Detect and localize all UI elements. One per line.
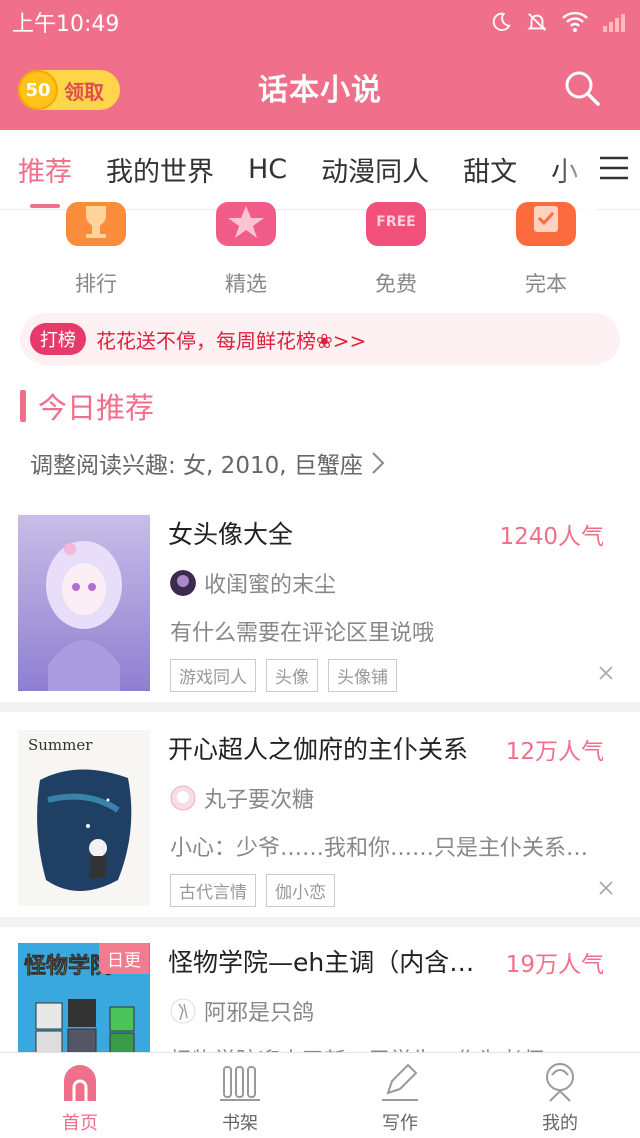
book-tag[interactable]: 头像 [266,659,318,692]
tab-hc[interactable]: HC [248,130,287,210]
wifi-icon [562,11,588,32]
book-cover-image: Summer [18,730,150,906]
book-tag[interactable]: 古代言情 [170,874,256,907]
book-title[interactable]: 女头像大全 [168,515,293,551]
book-popularity: 19万人气 [505,952,604,978]
reading-preference-link[interactable]: 调整阅读兴趣: 女, 2010, 巨蟹座 [30,446,385,480]
book-description: 小心：少爷……我和你……只是主仆关系… [170,836,589,861]
cover-text: Summer [28,736,93,754]
quick-featured[interactable]: 精选 [171,202,321,300]
nav-home-label: 首页 [62,1113,98,1134]
dismiss-icon[interactable] [598,880,614,896]
status-bar: 上午10:49 [0,0,640,44]
tab-minecraft[interactable]: 我的世界 [106,130,214,210]
claim-label: 领取 [64,79,104,104]
author-avatar [170,998,196,1024]
book-item[interactable]: Summer 开心超人之伽府的主仆关系 12万人气 丸子要次糖 小心：少爷……我… [0,730,640,927]
do-not-disturb-moon-icon [492,12,511,31]
daily-update-badge: 日更 [99,943,149,974]
book-cover-image [18,515,150,691]
book-tag[interactable]: 头像铺 [328,659,397,692]
tab-sweet[interactable]: 甜文 [463,130,517,210]
nav-profile[interactable]: 我的 [480,1053,640,1138]
section-title: 今日推荐 [20,386,154,426]
menu-icon[interactable] [596,150,630,186]
quick-featured-label: 精选 [225,272,267,296]
nav-home[interactable]: 首页 [0,1053,160,1138]
search-icon[interactable] [562,68,602,108]
coin-icon: 50 [18,70,58,110]
book-tag[interactable]: 伽小恋 [266,874,335,907]
app-title: 话本小说 [258,73,382,108]
app-root: 上午10:49 50 领取 话本小说 推荐 我的世界 HC 动漫同人 甜文 排行… [0,0,640,1138]
quick-ranking-label: 排行 [75,272,117,296]
banner-badge: 打榜 [30,323,86,355]
author-avatar [170,785,196,811]
checklist-icon [516,202,576,246]
book-item[interactable]: 女头像大全 1240人气 收闺蜜的末尘 有什么需要在评论区里说哦 游戏同人 头像… [0,515,640,712]
banner-text: 花花送不停，每周鲜花榜❀>> [96,328,367,353]
quick-completed-label: 完本 [525,272,567,296]
bottom-navigation: 首页 书架 写作 我的 [0,1052,640,1138]
book-tags: 游戏同人 头像 头像铺 [170,659,397,692]
dismiss-icon[interactable] [598,665,614,681]
nav-bookshelf[interactable]: 书架 [160,1053,320,1138]
section-title-text: 今日推荐 [38,391,155,425]
home-icon [64,1065,96,1101]
nav-write-label: 写作 [382,1113,418,1134]
list-divider [0,917,640,927]
preference-text: 调整阅读兴趣: 女, 2010, 巨蟹座 [30,453,363,479]
quick-ranking[interactable]: 排行 [21,202,171,300]
book-title[interactable]: 怪物学院—eh主调（内含… [168,943,474,979]
status-icons [490,11,628,33]
status-time: 上午10:49 [12,12,120,37]
book-title[interactable]: 开心超人之伽府的主仆关系 [168,730,468,766]
quick-free[interactable]: FREE 免费 [321,202,471,300]
free-tag-icon: FREE [366,202,426,246]
book-tag[interactable]: 游戏同人 [170,659,256,692]
book-tags: 古代言情 伽小恋 [170,874,335,907]
book-popularity: 1240人气 [499,524,604,550]
tab-fade [556,130,596,210]
quick-completed[interactable]: 完本 [471,202,621,300]
category-tabs: 推荐 我的世界 HC 动漫同人 甜文 小 [0,130,640,210]
app-header: 50 领取 话本小说 [0,44,640,130]
pen-icon [382,1063,418,1101]
book-popularity: 12万人气 [505,739,604,765]
book-description: 有什么需要在评论区里说哦 [170,621,435,646]
chevron-right-icon [372,452,385,474]
trophy-icon [66,202,126,246]
book-author[interactable]: 阿邪是只鸽 [170,995,314,1027]
author-name: 丸子要次糖 [204,788,315,813]
book-author[interactable]: 收闺蜜的末尘 [170,567,336,599]
quick-free-label: 免费 [375,272,417,296]
author-name: 阿邪是只鸽 [204,1001,315,1026]
book-author[interactable]: 丸子要次糖 [170,782,314,814]
nav-write[interactable]: 写作 [320,1053,480,1138]
list-divider [0,702,640,712]
muted-bell-icon [527,13,547,31]
profile-icon [546,1063,574,1102]
nav-profile-label: 我的 [542,1113,578,1134]
section-accent-bar [20,390,26,422]
nav-bookshelf-label: 书架 [222,1113,258,1134]
signal-icon [603,14,625,32]
bookshelf-icon [220,1066,260,1101]
flower-ranking-banner[interactable]: 打榜 花花送不停，每周鲜花榜❀>> [20,313,620,365]
quick-entries: 排行 精选 FREE 免费 完本 [0,202,640,300]
tab-anime-fanfic[interactable]: 动漫同人 [321,130,429,210]
author-avatar [170,570,196,596]
svg-text:FREE: FREE [376,214,415,230]
star-icon [216,202,276,246]
claim-coins-button[interactable]: 50 领取 [18,70,120,110]
tab-recommend[interactable]: 推荐 [18,130,72,210]
author-name: 收闺蜜的末尘 [204,573,337,598]
